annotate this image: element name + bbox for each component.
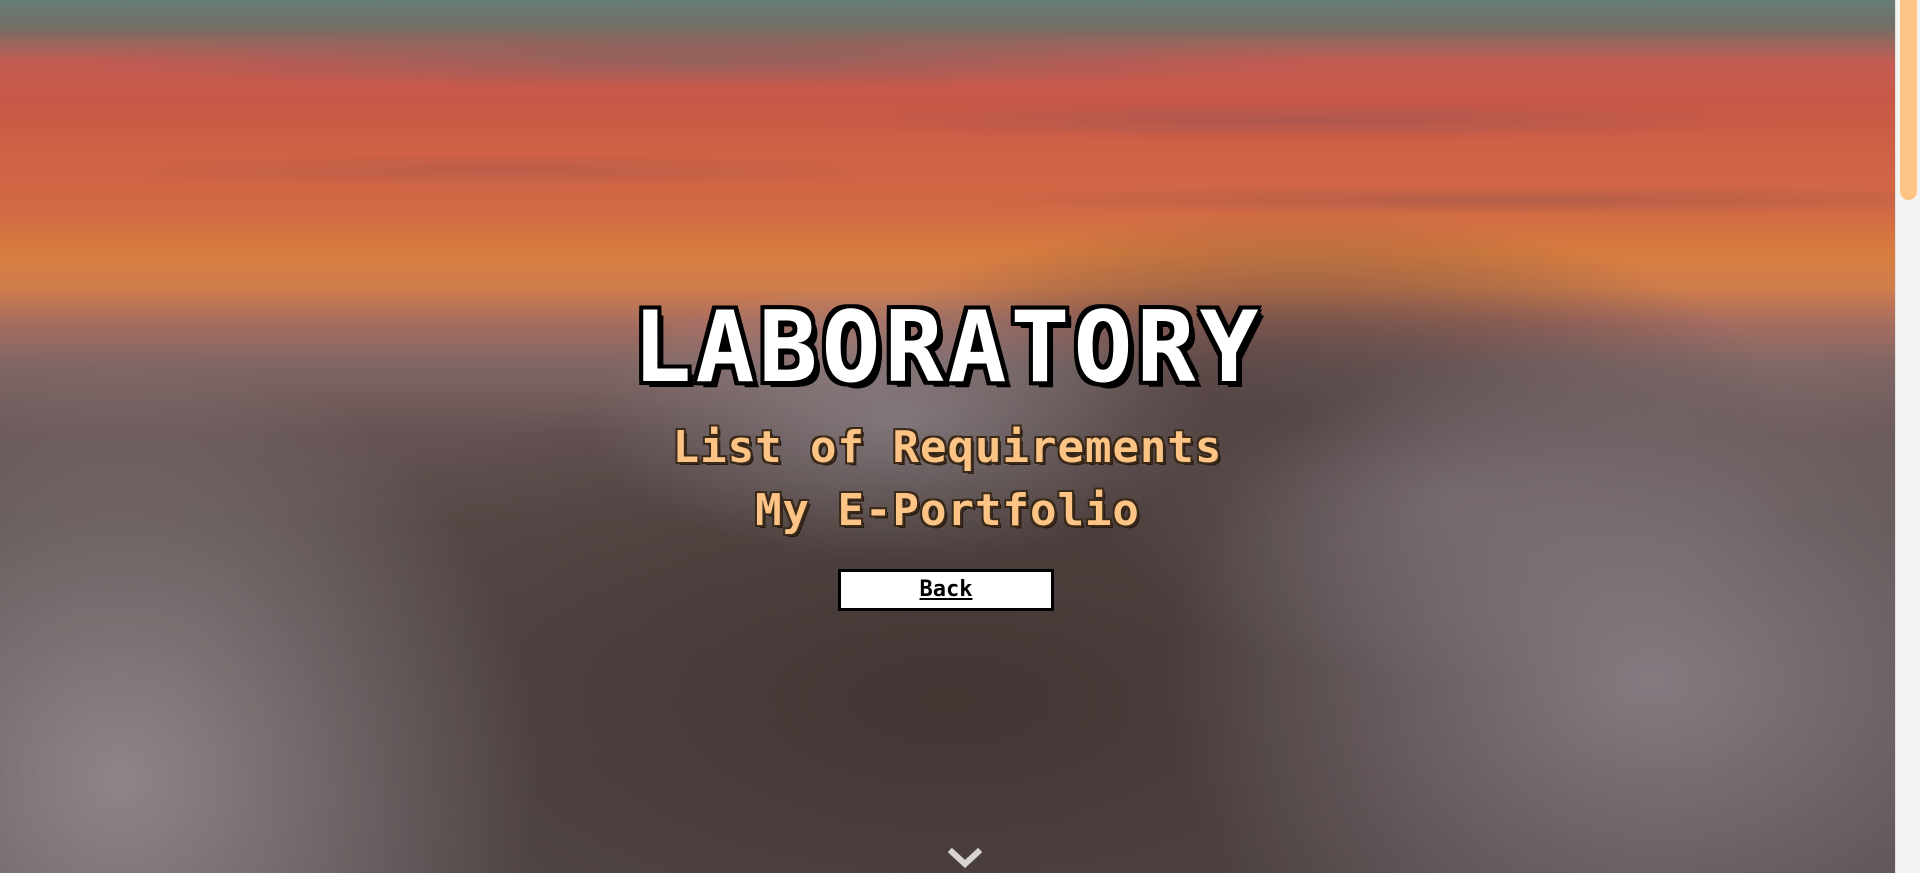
hero-section: LABORATORY List of Requirements My E-Por… xyxy=(0,0,1895,873)
page-title: LABORATORY xyxy=(632,291,1263,405)
page-viewport: LABORATORY List of Requirements My E-Por… xyxy=(0,0,1895,873)
back-button[interactable]: Back xyxy=(838,569,1054,611)
scrollbar-thumb[interactable] xyxy=(1900,0,1917,200)
subtitle-requirements: List of Requirements xyxy=(672,422,1223,473)
subtitle-portfolio: My E-Portfolio xyxy=(755,485,1140,536)
page-scrollbar[interactable] xyxy=(1895,0,1920,873)
chevron-down-icon[interactable] xyxy=(948,846,982,870)
